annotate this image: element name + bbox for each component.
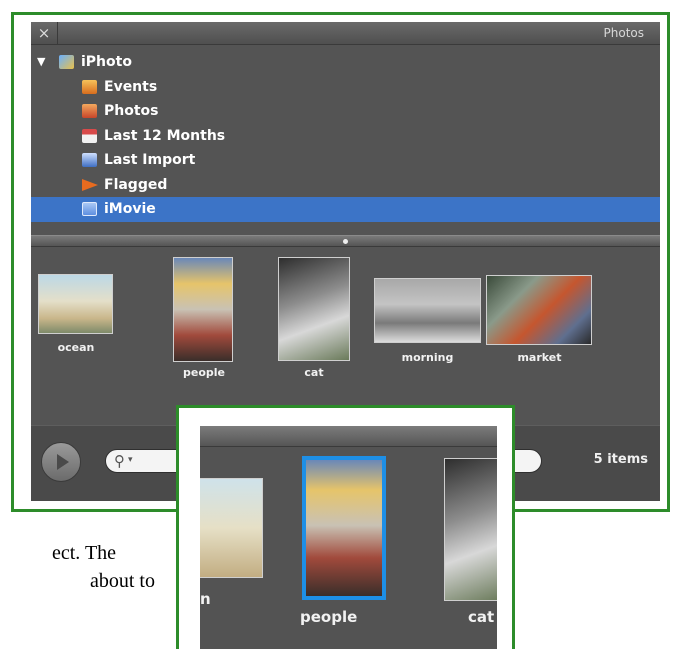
disclosure-triangle-icon[interactable]: ▼ <box>37 50 45 75</box>
photo-caption: ocean <box>57 341 95 354</box>
tree-item-last-import[interactable]: Last Import <box>31 148 660 173</box>
item-count-label: 5 items <box>593 452 648 467</box>
photo-image <box>278 257 350 361</box>
tree-item-imovie[interactable]: iMovie <box>31 197 660 222</box>
body-text-fragment: about to <box>90 570 155 592</box>
zoomed-caption-people: people <box>300 608 358 626</box>
calendar-icon <box>82 128 97 143</box>
photo-image <box>374 278 481 343</box>
tree-item-label: Last Import <box>104 152 196 168</box>
tree-item-label: iMovie <box>104 201 156 217</box>
photo-caption: morning <box>401 351 454 364</box>
zoomed-caption-fragment: n <box>200 590 211 608</box>
photo-thumbnail-morning[interactable]: morning <box>374 278 481 368</box>
tree-item-label: Last 12 Months <box>104 127 226 144</box>
play-button[interactable] <box>41 442 81 482</box>
iphoto-icon <box>59 55 74 69</box>
import-icon <box>82 153 97 167</box>
tree-item-photos[interactable]: Photos <box>31 99 660 124</box>
photos-icon <box>82 104 97 118</box>
tree-item-label: iPhoto <box>81 54 132 70</box>
close-button[interactable]: × <box>31 22 58 44</box>
zoomed-photo-ocean[interactable] <box>200 478 263 578</box>
photo-image <box>38 274 113 334</box>
tree-item-flagged[interactable]: Flagged <box>31 173 660 198</box>
splitter-handle-icon[interactable] <box>343 239 348 244</box>
tree-item-label: Events <box>104 78 158 95</box>
imovie-icon <box>82 202 97 216</box>
chevron-down-icon[interactable]: ▾ <box>128 453 133 467</box>
tree-item-label: Photos <box>104 103 159 119</box>
flag-icon <box>82 178 98 191</box>
tree-item-iphoto[interactable]: ▼ iPhoto <box>31 50 660 75</box>
photo-caption: market <box>517 351 562 364</box>
photo-caption: people <box>183 366 225 379</box>
body-text-fragment: ect. The <box>52 542 117 564</box>
zoomed-thumbnail-view: n people cat <box>200 426 497 649</box>
panel-titlebar: × Photos <box>31 22 660 45</box>
zoomed-photo-people-selected[interactable] <box>302 456 386 600</box>
zoomed-caption-cat: cat <box>468 608 495 626</box>
events-icon <box>82 79 97 94</box>
source-tree: ▼ iPhoto Events Photos Last 12 Months La… <box>31 50 660 222</box>
zoomed-photo-cat[interactable] <box>444 458 497 601</box>
tree-item-events[interactable]: Events <box>31 75 660 100</box>
photo-thumbnail-market[interactable]: market <box>486 275 593 365</box>
photo-thumbnail-people[interactable]: people <box>173 257 235 379</box>
zoomed-splitter <box>200 426 497 447</box>
photo-thumbnail-cat[interactable]: cat <box>278 257 350 379</box>
photo-image <box>486 275 592 345</box>
tree-item-last-12-months[interactable]: Last 12 Months <box>31 124 660 149</box>
tree-item-label: Flagged <box>104 176 168 193</box>
photo-thumbnail-ocean[interactable]: ocean <box>37 274 125 374</box>
panel-title: Photos <box>603 26 644 40</box>
photo-caption: cat <box>304 366 324 379</box>
search-icon[interactable]: ⚲ <box>114 451 125 471</box>
pane-splitter[interactable] <box>31 235 660 247</box>
photo-image <box>173 257 233 362</box>
